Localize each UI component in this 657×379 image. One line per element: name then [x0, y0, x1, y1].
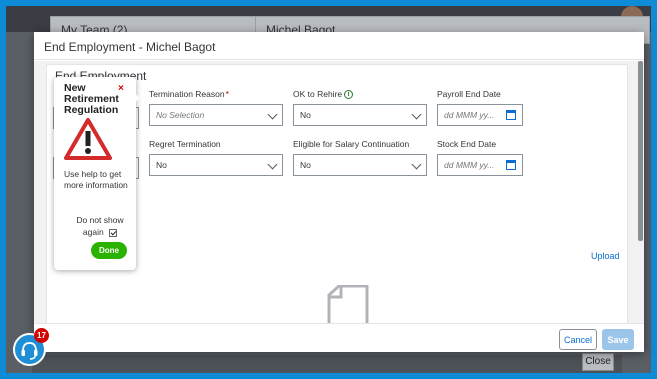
termination-reason-select[interactable]: No Selection	[149, 104, 283, 126]
close-icon[interactable]: ×	[118, 83, 124, 94]
ok-to-rehire-label: OK to Rehire	[293, 89, 343, 99]
stock-end-date-placeholder: dd MMM yy...	[444, 160, 495, 170]
salary-continuation-label: Eligible for Salary Continuation	[293, 139, 410, 149]
callout-body: Use help to get more information	[64, 169, 128, 190]
cancel-button[interactable]: Cancel	[559, 329, 597, 350]
stock-end-date-field: Stock End Date dd MMM yy...	[437, 139, 523, 176]
dialog-footer: Cancel Save	[34, 323, 644, 352]
ok-to-rehire-select[interactable]: No	[293, 104, 427, 126]
chevron-down-icon	[411, 159, 422, 170]
save-button[interactable]: Save	[602, 329, 634, 350]
salary-continuation-select[interactable]: No	[293, 154, 427, 176]
salary-continuation-value: No	[300, 160, 311, 170]
do-not-show-option[interactable]: Do not show again	[72, 214, 128, 238]
callout-arrow	[132, 91, 140, 105]
ok-to-rehire-value: No	[300, 110, 311, 120]
notification-badge: 17	[34, 328, 49, 343]
scrollbar-thumb[interactable]	[638, 61, 643, 241]
regret-termination-label: Regret Termination	[149, 139, 221, 149]
calendar-icon[interactable]	[506, 160, 516, 170]
required-mark: *	[225, 89, 229, 99]
termination-reason-field: Termination Reason * No Selection	[149, 89, 283, 126]
payroll-end-date-placeholder: dd MMM yy...	[444, 110, 495, 120]
termination-reason-value: No Selection	[156, 110, 205, 120]
chevron-down-icon	[411, 109, 422, 120]
do-not-show-checkbox[interactable]	[109, 228, 118, 237]
dialog-title: End Employment - Michel Bagot	[34, 32, 644, 60]
warning-icon	[64, 118, 112, 160]
document-icon	[327, 285, 369, 323]
regret-termination-value: No	[156, 160, 167, 170]
payroll-end-date-field: Payroll End Date dd MMM yy...	[437, 89, 523, 126]
calendar-icon[interactable]	[506, 110, 516, 120]
regret-termination-field: Regret Termination No	[149, 139, 283, 176]
retirement-regulation-callout: New Retirement Regulation × Use help to …	[54, 77, 140, 270]
upload-link[interactable]: Upload	[591, 251, 620, 261]
payroll-end-date-input[interactable]: dd MMM yy...	[437, 104, 523, 126]
dialog-scrollbar[interactable]	[637, 61, 644, 323]
salary-continuation-field: Eligible for Salary Continuation No	[293, 139, 427, 176]
chevron-down-icon	[267, 159, 278, 170]
termination-reason-label: Termination Reason	[149, 89, 225, 99]
payroll-end-date-label: Payroll End Date	[437, 89, 501, 99]
info-icon[interactable]: i	[344, 89, 354, 99]
done-button[interactable]: Done	[91, 242, 127, 259]
stock-end-date-label: Stock End Date	[437, 139, 497, 149]
chevron-down-icon	[267, 109, 278, 120]
ok-to-rehire-field: OK to Rehire i No	[293, 89, 427, 126]
background-close-button: Close	[582, 353, 614, 371]
regret-termination-select[interactable]: No	[149, 154, 283, 176]
background-footer	[32, 355, 622, 373]
stock-end-date-input[interactable]: dd MMM yy...	[437, 154, 523, 176]
